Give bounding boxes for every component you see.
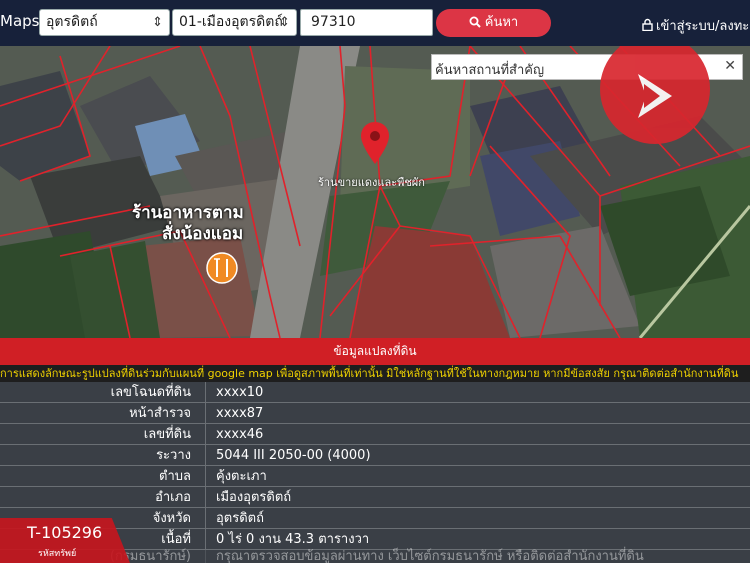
row-value: xxxx46	[205, 424, 263, 445]
table-row: เลขโฉนดที่ดิน xxxx10	[0, 382, 750, 403]
search-icon	[469, 16, 481, 28]
row-value: xxxx87	[205, 403, 263, 424]
row-label: เลขที่ดิน	[143, 427, 191, 442]
chevron-updown-icon: ⇕	[279, 15, 290, 30]
chevron-updown-icon: ⇕	[152, 15, 163, 30]
district-select-value: 01-เมืองอุตรดิตถ์	[179, 14, 283, 30]
disclaimer-notice: การแสดงลักษณะรูปแปลงที่ดินร่วมกับแผนที่ …	[0, 365, 750, 382]
province-select-value: อุตรดิตถ์	[46, 14, 98, 30]
panel-title: ข้อมูลแปลงที่ดิน	[0, 338, 750, 365]
top-bar: Maps อุตรดิตถ์ ⇕ 01-เมืองอุตรดิตถ์ ⇕ 973…	[0, 0, 750, 46]
row-label: ตำบล	[159, 469, 191, 484]
property-code-badge: T-105296 รหัสทรัพย์	[0, 518, 130, 563]
login-label: เข้าสู่ระบบ/ลงทะเบียน	[656, 19, 750, 34]
district-select[interactable]: 01-เมืองอุตรดิตถ์ ⇕	[172, 9, 297, 36]
row-value: อุตรดิตถ์	[205, 508, 264, 529]
table-row: ระวาง 5044 III 2050-00 (4000)	[0, 445, 750, 466]
restaurant-icon[interactable]	[206, 252, 238, 284]
row-value[interactable]: กรุณาตรวจสอบข้อมูลผ่านทาง เว็บไซต์กรมธนา…	[205, 546, 644, 563]
province-select[interactable]: อุตรดิตถ์ ⇕	[39, 9, 170, 36]
search-button[interactable]: ค้นหา	[436, 9, 551, 37]
row-label: หน้าสำรวจ	[129, 406, 191, 421]
place-search-placeholder: ค้นหาสถานที่สำคัญ	[435, 63, 545, 78]
table-row: หน้าสำรวจ xxxx87	[0, 403, 750, 424]
close-icon[interactable]: ✕	[724, 58, 736, 74]
brand-title: Maps	[0, 12, 40, 30]
row-value: 5044 III 2050-00 (4000)	[205, 445, 371, 466]
restaurant-label-line1: ร้านอาหารตาม	[132, 203, 244, 223]
table-row: เลขที่ดิน xxxx46	[0, 424, 750, 445]
row-value: เมืองอุตรดิตถ์	[205, 487, 291, 508]
row-value: xxxx10	[205, 382, 263, 403]
row-label: อำเภอ	[155, 490, 191, 505]
search-button-label: ค้นหา	[484, 15, 519, 30]
satellite-map[interactable]: ร้านอาหารตาม สั่งน้องแอม ร้านขายแดงและพื…	[0, 46, 750, 338]
row-value: คุ้งตะเภา	[205, 466, 267, 487]
lock-icon	[642, 18, 653, 32]
row-label: ระวาง	[156, 448, 191, 463]
property-code-label: รหัสทรัพย์	[38, 549, 77, 559]
play-logo-icon	[638, 74, 672, 118]
table-row: อำเภอ เมืองอุตรดิตถ์	[0, 487, 750, 508]
map-place-label: ร้านขายแดงและพืชผัก	[318, 176, 425, 189]
brand-logo	[600, 46, 710, 144]
row-label: เลขโฉนดที่ดิน	[110, 385, 191, 400]
login-link[interactable]: เข้าสู่ระบบ/ลงทะเบียน	[642, 15, 750, 36]
restaurant-label-line2: สั่งน้องแอม	[162, 224, 244, 244]
table-row: ตำบล คุ้งตะเภา	[0, 466, 750, 487]
property-code: T-105296	[27, 523, 103, 542]
postal-code-input[interactable]: 97310	[300, 9, 433, 36]
